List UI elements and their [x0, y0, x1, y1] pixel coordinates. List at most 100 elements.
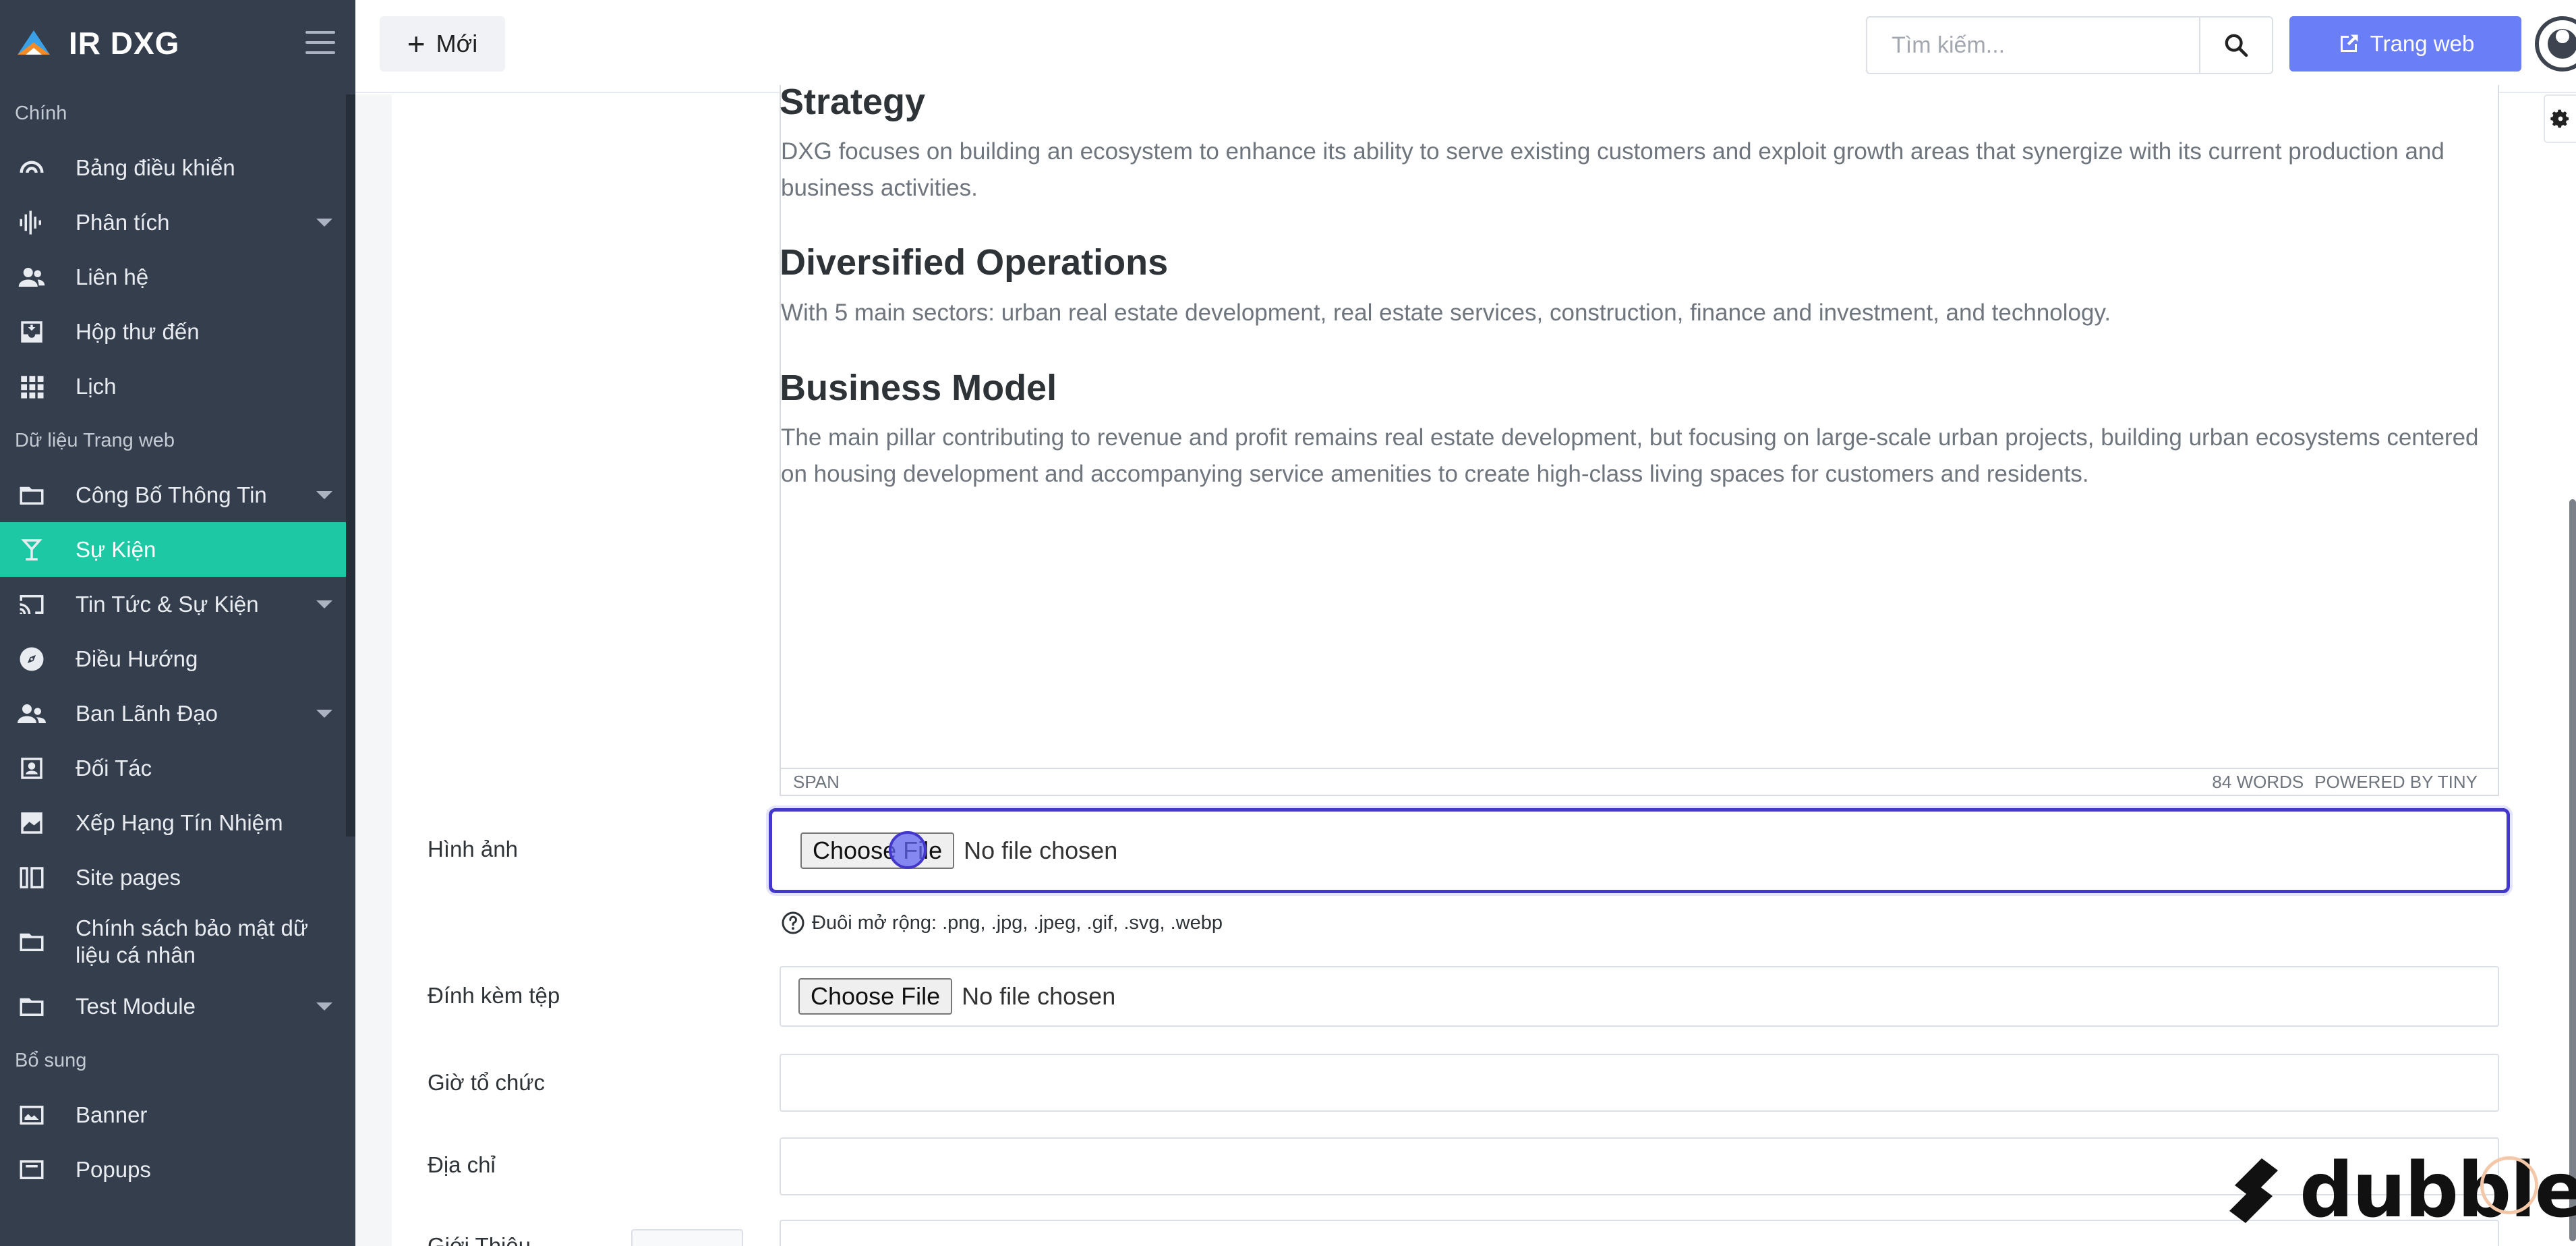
page-scrollbar[interactable]	[2569, 499, 2576, 1241]
folder-icon	[18, 992, 46, 1021]
image-field-label: Hình ảnh	[428, 837, 518, 861]
sidebar-item-label: Chính sách bảo mật dữ liệu cá nhân	[76, 915, 308, 967]
sidebar-item-analytics[interactable]: Phân tích	[0, 195, 346, 250]
editor-element-path[interactable]: SPAN	[793, 772, 840, 793]
editor-paragraph-operations: With 5 main sectors: urban real estate d…	[781, 300, 2111, 326]
pages-icon	[18, 863, 46, 892]
sidebar-item-dashboard[interactable]: Bảng điều khiển	[0, 140, 346, 195]
attachment-choose-file-button[interactable]: Choose File	[798, 978, 953, 1015]
contacts-icon	[18, 263, 46, 291]
dubble-logo-icon	[2229, 1158, 2278, 1223]
sidebar-item-inbox[interactable]: Hộp thư đến	[0, 304, 346, 359]
sidebar-item-label: Sự Kiện	[76, 536, 156, 562]
external-link-icon	[2340, 34, 2358, 52]
section-label-main: Chính	[15, 103, 67, 124]
editor-paragraph-business-model: The main pillar contributing to revenue …	[781, 424, 2479, 487]
analytics-icon	[18, 208, 46, 237]
search-icon	[2225, 34, 2248, 57]
sidebar-item-label: Công Bố Thông Tin	[76, 482, 267, 507]
sidebar-item-credit-rating[interactable]: Xếp Hạng Tín Nhiệm	[0, 795, 346, 850]
new-button[interactable]: + Mới	[380, 16, 505, 72]
search-input[interactable]	[1867, 18, 2199, 73]
language-switch[interactable]	[631, 1229, 743, 1246]
editor-statusbar: SPAN 84 WORDS POWERED BY TINY	[780, 768, 2499, 796]
rating-chart-icon	[18, 809, 46, 837]
settings-tab[interactable]	[2544, 94, 2576, 143]
sidebar-item-disclosure[interactable]: Công Bố Thông Tin	[0, 468, 346, 522]
editor-word-count[interactable]: 84 WORDS	[2212, 772, 2304, 793]
sidebar-item-label: Lịch	[76, 373, 117, 399]
attachment-file-input[interactable]: Choose File No file chosen	[780, 966, 2499, 1027]
banner-icon	[18, 1101, 46, 1129]
sidebar-item-contacts[interactable]: Liên hệ	[0, 250, 346, 304]
help-circle-icon	[782, 911, 804, 934]
time-input[interactable]	[780, 1054, 2499, 1112]
sidebar-item-label: Bảng điều khiển	[76, 154, 235, 180]
sidebar-item-label: Tin Tức & Sự Kiện	[76, 591, 259, 617]
sidebar-item-news-events[interactable]: Tin Tức & Sự Kiện	[0, 577, 346, 631]
website-button[interactable]: Trang web	[2289, 16, 2521, 72]
image-choose-file-button[interactable]: Choose File	[800, 832, 955, 869]
sidebar-item-label: Banner	[76, 1102, 148, 1127]
sidebar-item-label: Test Module	[76, 993, 196, 1019]
sidebar: IR DXG Chính Bảng điều khiển Phân tích L…	[0, 0, 355, 1246]
sidebar-item-popups[interactable]: Popups	[0, 1142, 346, 1197]
popup-icon	[18, 1156, 46, 1184]
contact-card-icon	[18, 754, 46, 783]
compass-icon	[18, 645, 46, 673]
image-file-status: No file chosen	[964, 837, 1118, 864]
image-extension-hint: Đuôi mở rộng: .png, .jpg, .jpeg, .gif, .…	[781, 911, 1223, 935]
image-file-input[interactable]: Choose File No file chosen	[769, 808, 2510, 893]
website-button-label: Trang web	[2370, 31, 2475, 56]
sidebar-item-label: Popups	[76, 1156, 151, 1182]
content-gutter	[355, 94, 392, 1246]
plus-icon: +	[407, 26, 426, 61]
sidebar-scrollbar[interactable]	[346, 94, 355, 837]
editor-heading-strategy: Strategy	[780, 82, 926, 122]
section-label-website-data: Dữ liệu Trang web	[15, 430, 175, 451]
image-extension-hint-text: Đuôi mở rộng: .png, .jpg, .jpeg, .gif, .…	[812, 911, 1223, 934]
chevron-down-icon	[316, 709, 332, 718]
sidebar-item-leadership[interactable]: Ban Lãnh Đạo	[0, 686, 346, 741]
sidebar-item-label: Phân tích	[76, 209, 170, 235]
menu-toggle-icon[interactable]	[305, 31, 335, 54]
sidebar-item-events[interactable]: Sự Kiện	[0, 522, 346, 577]
sidebar-item-label: Đối Tác	[76, 755, 152, 781]
brand-logo-icon	[18, 30, 50, 55]
search-box	[1866, 16, 2273, 74]
brand-name: IR DXG	[69, 26, 180, 61]
sidebar-item-navigation[interactable]: Điều Hướng	[0, 631, 346, 686]
editor-paragraph-strategy: DXG focuses on building an ecosystem to …	[781, 138, 2445, 201]
sidebar-item-site-pages[interactable]: Site pages	[0, 850, 346, 905]
editor-heading-business-model: Business Model	[780, 368, 1057, 408]
sidebar-item-calendar[interactable]: Lịch	[0, 359, 346, 414]
folder-icon	[18, 928, 46, 956]
calendar-grid-icon	[18, 372, 46, 401]
people-icon	[18, 700, 46, 728]
user-avatar-icon	[2535, 16, 2576, 72]
sidebar-item-label: Điều Hướng	[76, 646, 198, 671]
time-field-label: Giờ tổ chức	[428, 1070, 545, 1095]
chevron-down-icon	[316, 600, 332, 608]
section-label-extras: Bổ sung	[15, 1050, 87, 1071]
avatar[interactable]	[2535, 16, 2576, 72]
topbar: + Mới Trang web	[355, 0, 2576, 93]
sidebar-item-label: Ban Lãnh Đạo	[76, 700, 218, 726]
search-button[interactable]	[2199, 18, 2272, 73]
attachment-field-label: Đính kèm tệp	[428, 983, 560, 1008]
new-button-label: Mới	[436, 30, 478, 57]
sidebar-item-partners[interactable]: Đối Tác	[0, 741, 346, 795]
brand[interactable]: IR DXG	[0, 0, 355, 86]
editor-powered-by[interactable]: POWERED BY TINY	[2314, 772, 2478, 793]
watermark-ring	[2480, 1156, 2538, 1214]
attachment-file-status: No file chosen	[962, 982, 1116, 1010]
sidebar-item-banner[interactable]: Banner	[0, 1087, 346, 1142]
chevron-down-icon	[316, 1002, 332, 1011]
intro-field-label: Giới Thiệu	[428, 1233, 531, 1246]
sidebar-item-privacy-policy[interactable]: Chính sách bảo mật dữ liệu cá nhân	[0, 905, 346, 979]
editor-heading-operations: Diversified Operations	[780, 242, 1169, 283]
chevron-down-icon	[316, 490, 332, 499]
click-indicator	[889, 831, 927, 869]
sidebar-item-test-module[interactable]: Test Module	[0, 979, 346, 1033]
inbox-icon	[18, 318, 46, 346]
